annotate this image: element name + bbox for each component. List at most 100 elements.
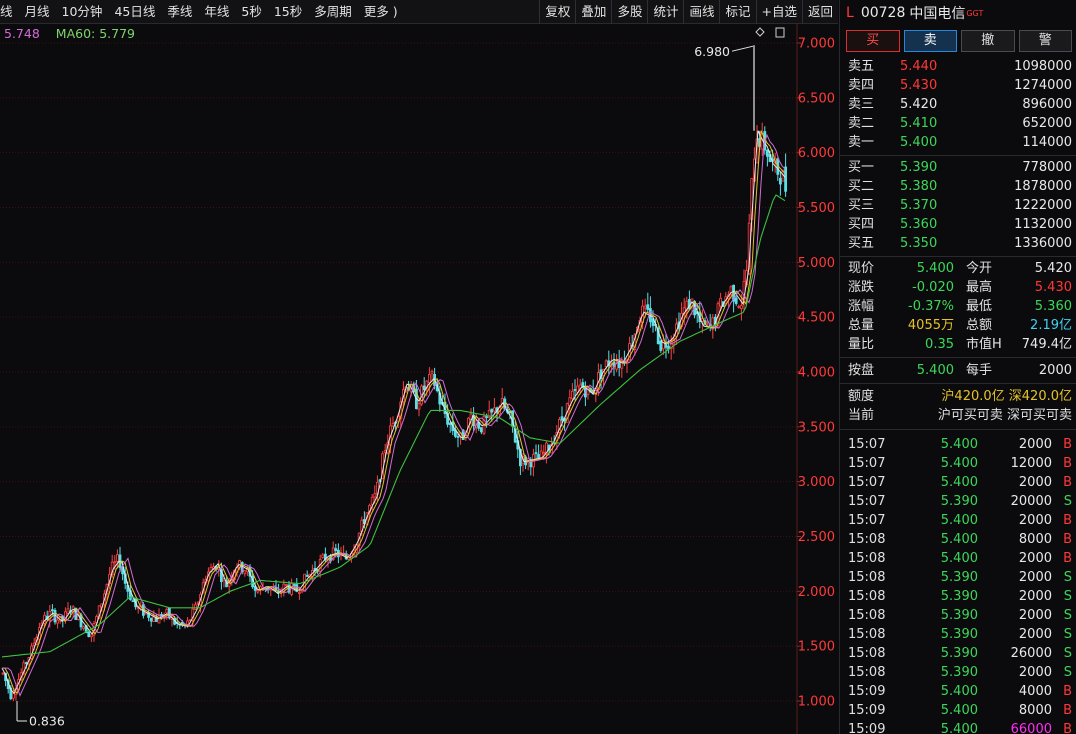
tick-time: 15:08 [848,646,886,661]
quote-stats: 现价 5.400 今开 5.420 涨跌 -0.020 最高 5.430 涨幅 -0.37% 最低 5… [840,257,1076,358]
period-tab[interactable]: 5秒 [235,0,267,24]
order-volume: 1222000 [1014,198,1072,213]
order-book-row[interactable]: 买五 5.350 1336000 [848,234,1072,253]
tool-button[interactable]: 返回 [801,0,838,24]
tick-time: 15:08 [848,532,886,547]
order-book-row[interactable]: 卖四 5.430 1274000 [848,76,1072,95]
cancel-order-button[interactable]: 撤 [961,30,1015,52]
quote-stat-row: 总量 4055万 总额 2.19亿 [848,316,1072,335]
period-tabs: 线月线 10分钟 45日线 季线 年线 5秒 15秒 多周期 更多 ) [0,0,404,24]
candle-body [740,305,743,309]
tick-side: B [1063,684,1072,699]
order-book-row[interactable]: 卖一 5.400 114000 [848,133,1072,152]
tick-row: 15:09 5.400 66000 B [848,720,1072,734]
candle-body [186,620,190,625]
tick-volume: 2000 [1018,608,1052,623]
order-book-row[interactable]: 买一 5.390 778000 [848,158,1072,177]
period-tab[interactable]: 10分钟 [56,0,109,24]
order-book-row[interactable]: 卖二 5.410 652000 [848,114,1072,133]
y-tick-label: 7.000 [798,37,835,52]
tool-button[interactable]: 多股 [611,0,647,24]
candle-body [256,589,260,593]
candle-body [297,592,301,594]
tick-time: 15:07 [848,456,886,471]
closing-value: 5.400 [916,363,954,378]
tick-list[interactable]: 15:07 5.400 2000 B 15:07 5.400 12000 B 15:07 5.40… [840,430,1076,734]
tick-time: 15:08 [848,608,886,623]
candle-body [573,389,577,391]
order-volume: 1098000 [1014,59,1072,74]
buy-button[interactable]: 买 [846,30,900,52]
order-book-row[interactable]: 卖三 5.420 896000 [848,95,1072,114]
chart-canvas[interactable]: 7.000 6.500 6.000 5.500 5.000 4.500 4.000 3.500… [0,24,838,734]
period-tab[interactable]: 线 [0,0,19,24]
tick-volume: 2000 [1018,589,1052,604]
tool-button[interactable]: 叠加 [575,0,611,24]
candle-body [87,631,91,638]
order-book-row[interactable]: 卖五 5.440 1098000 [848,57,1072,76]
candle-body [779,177,782,185]
tool-button[interactable]: 统计 [647,0,683,24]
stat-value: 0.35 [925,337,954,352]
quote-panel: L 00728 中国电信 GGT 买 卖 撤 警 卖五 5.440 1098000 卖四… [839,0,1076,734]
tool-button[interactable]: 标记 [719,0,755,24]
tool-button[interactable]: 复权 [539,0,575,24]
tick-price: 5.400 [940,475,978,490]
tool-button[interactable]: 画线 [683,0,719,24]
quote-stat-row: 涨幅 -0.37% 最低 5.360 [848,297,1072,316]
tick-side: S [1063,570,1072,585]
stat-label: 量比 [848,337,875,352]
tick-volume: 20000 [1010,494,1052,509]
period-tab[interactable]: 月线 [19,0,56,24]
tick-price: 5.390 [940,627,978,642]
order-book-row[interactable]: 买四 5.360 1132000 [848,215,1072,234]
tick-time: 15:07 [848,494,886,509]
tick-row: 15:07 5.400 2000 B [848,473,1072,492]
candle-body [66,608,70,614]
alert-button[interactable]: 警 [1018,30,1072,52]
current-value: 沪可买可卖 深可买可卖 [937,408,1072,423]
quota-section: 额度 沪420.0亿 深420.0亿 当前 沪可买可卖 深可买可卖 [840,384,1076,430]
tick-volume: 12000 [1010,456,1052,471]
kline-chart[interactable]: 7.000 6.500 6.000 5.500 5.000 4.500 4.000 3.500… [0,24,838,734]
period-tab[interactable]: 15秒 [268,0,308,24]
period-tab[interactable]: 季线 [161,0,198,24]
stat-label: 总量 [848,318,875,333]
tick-volume: 2000 [1018,551,1052,566]
tool-buttons: 复权 叠加 多股 统计 画线 标记 +自选 返回 [539,0,838,24]
order-level-label: 买二 [848,179,875,194]
stat-value: 5.430 [1034,280,1072,295]
stat-label: 涨幅 [848,299,875,314]
candle-body [193,604,197,610]
order-volume: 1336000 [1014,236,1072,251]
stock-name: 中国电信 [909,6,966,22]
period-tab[interactable]: 多周期 [308,0,358,24]
order-price: 5.370 [900,198,938,213]
sell-button[interactable]: 卖 [903,30,957,52]
sell-order-book: 卖五 5.440 1098000 卖四 5.430 1274000 卖三 5.420 89600… [840,54,1076,156]
order-book-row[interactable]: 买二 5.380 1878000 [848,177,1072,196]
tick-row: 15:07 5.400 2000 B [848,511,1072,530]
market-mark: L [846,5,854,21]
tool-button[interactable]: +自选 [755,0,802,24]
order-price: 5.360 [900,217,938,232]
candle-body [430,371,434,374]
order-book-row[interactable]: 买三 5.370 1222000 [848,196,1072,215]
y-tick-label: 1.000 [798,695,835,710]
tick-side: S [1063,494,1072,509]
tick-price: 5.390 [940,570,978,585]
period-tab[interactable]: 年线 [198,0,235,24]
stat-label: 市值H [966,337,1002,352]
period-tab[interactable]: 45日线 [108,0,161,24]
period-tab[interactable]: 更多 ) [358,0,404,24]
y-tick-label: 2.500 [798,530,835,545]
tick-price: 5.400 [940,722,978,734]
candle-body [292,584,296,586]
trade-buttons: 买 卖 撤 警 [840,26,1076,54]
candle-body [373,493,377,498]
candle-body [490,408,494,413]
ma-line-short [1,130,786,695]
candle-body [485,416,489,418]
tick-price: 5.390 [940,646,978,661]
tick-time: 15:09 [848,722,886,734]
